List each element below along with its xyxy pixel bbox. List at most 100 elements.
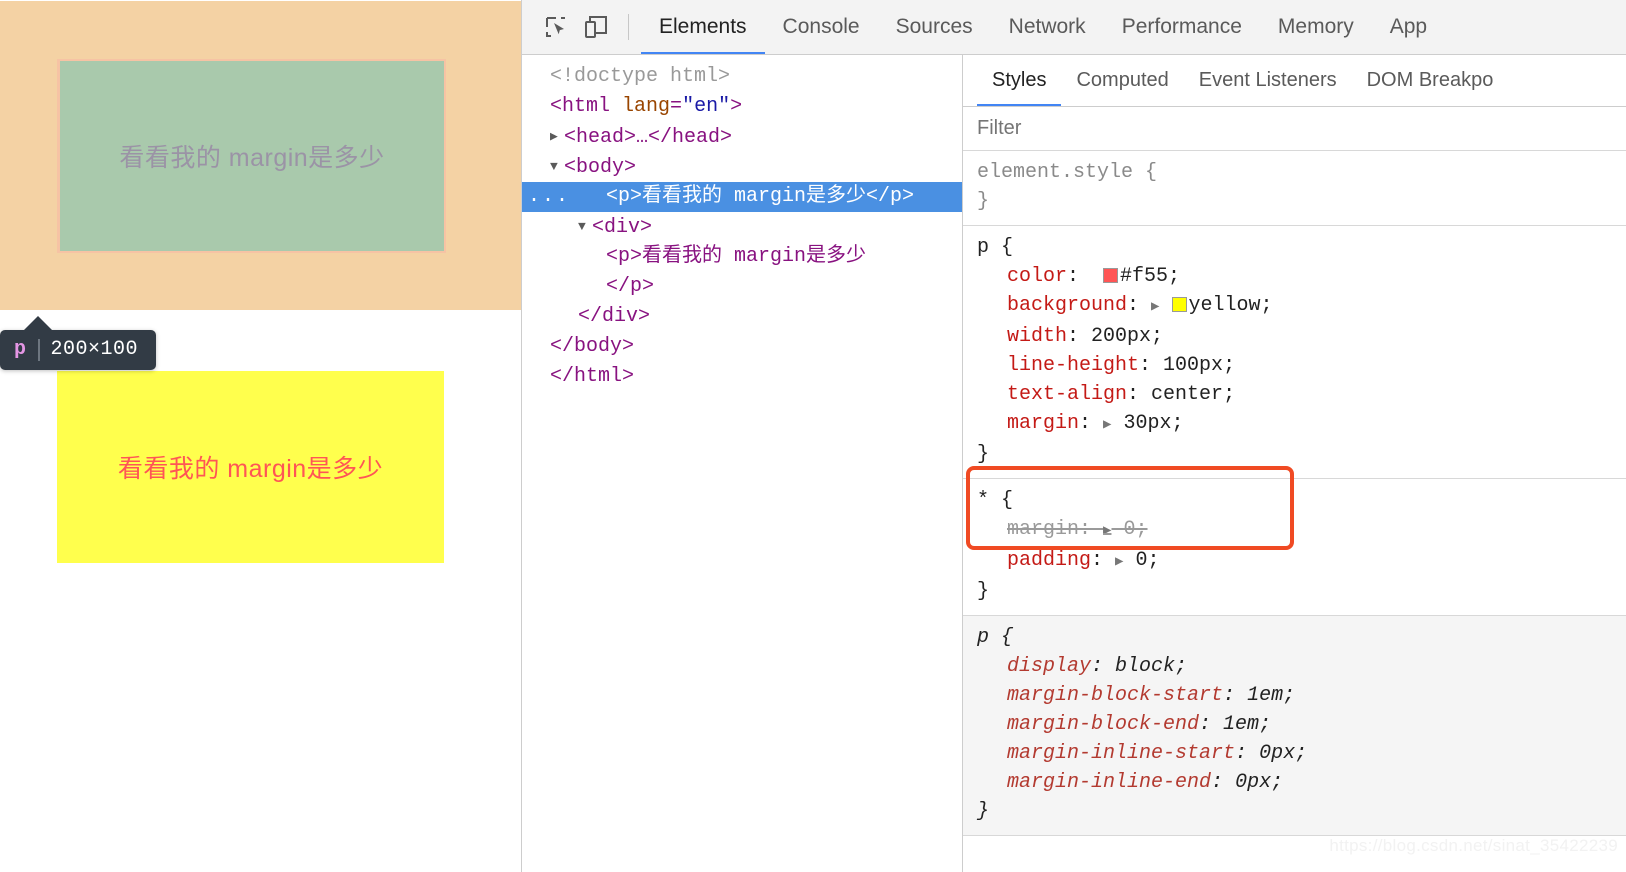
css-declaration-text-align[interactable]: text-align: center;: [977, 380, 1626, 409]
tab-application[interactable]: App: [1372, 0, 1445, 54]
tooltip-tag-name: p: [14, 338, 27, 361]
subtab-computed[interactable]: Computed: [1061, 55, 1183, 106]
css-selector: *: [977, 489, 990, 512]
css-rule-p-user-agent[interactable]: p { display: block; margin-block-start: …: [963, 616, 1626, 836]
css-declaration-margin-inline-end[interactable]: margin-inline-end: 0px;: [977, 768, 1626, 797]
css-rule-element-style[interactable]: element.style { }: [963, 151, 1626, 226]
rendered-paragraph-text: 看看我的 margin是多少: [117, 455, 384, 483]
tab-network[interactable]: Network: [991, 0, 1104, 54]
css-property-name: color: [1007, 265, 1068, 288]
css-declaration-margin[interactable]: margin: ▶ 30px;: [977, 409, 1626, 440]
dom-row-div-open[interactable]: ▼ <div>: [522, 212, 962, 242]
dom-row-head[interactable]: ▶ <head>…</head>: [522, 122, 962, 152]
css-property-value: 0: [1123, 518, 1136, 541]
css-close-brace: }: [977, 190, 990, 213]
tab-console[interactable]: Console: [765, 0, 878, 54]
css-declaration-width[interactable]: width: 200px;: [977, 322, 1626, 351]
dom-row-html[interactable]: <html lang="en">: [522, 92, 962, 122]
css-property-value: 200px: [1091, 325, 1152, 348]
dom-html-attr-name: lang: [622, 95, 671, 118]
chevron-right-icon[interactable]: ▶: [550, 122, 564, 152]
color-swatch-yellow[interactable]: [1171, 297, 1187, 312]
element-highlight-tooltip: p 200×100: [0, 330, 157, 370]
css-property-value: block: [1115, 655, 1176, 678]
css-open-brace: {: [1001, 626, 1014, 649]
css-property-name: line-height: [1007, 354, 1140, 377]
css-property-value: 0px: [1235, 771, 1272, 794]
css-close-brace: }: [977, 443, 990, 466]
dom-inner-p-open-text: <p>看看我的 margin是多少: [606, 245, 867, 268]
css-open-brace: {: [1001, 489, 1014, 512]
highlighted-element-text: 看看我的 margin是多少: [119, 144, 385, 172]
rendered-paragraph: 看看我的 margin是多少: [57, 371, 444, 563]
dom-row-body-close[interactable]: </body>: [522, 332, 962, 362]
inspect-element-icon[interactable]: [536, 7, 576, 47]
dom-tree-panel: <!doctype html> <html lang="en"> ▶ <head>…: [522, 55, 963, 872]
css-rule-universal[interactable]: * { margin: ▶ 0; padding: ▶ 0; }: [963, 479, 1626, 616]
watermark-text: https://blog.csdn.net/sinat_35422239: [1329, 836, 1618, 855]
css-declaration-padding[interactable]: padding: ▶ 0;: [977, 546, 1626, 577]
css-declaration-background[interactable]: background: ▶ yellow;: [977, 291, 1626, 322]
subtab-dom-breakpoints[interactable]: DOM Breakpo: [1352, 55, 1509, 106]
tooltip-dimensions: 200×100: [50, 338, 139, 361]
dom-html-close-text: </html>: [550, 365, 635, 388]
tab-performance[interactable]: Performance: [1104, 0, 1260, 54]
devtools-toolbar: Elements Console Sources Network Perform…: [522, 0, 1626, 55]
css-declaration-color[interactable]: color: #f55;: [977, 262, 1626, 291]
dom-selected-text: <p>看看我的 margin是多少</p>: [606, 185, 915, 208]
dom-tree: <!doctype html> <html lang="en"> ▶ <head>…: [522, 55, 962, 392]
tooltip-separator: [37, 338, 40, 361]
tab-elements[interactable]: Elements: [641, 0, 765, 54]
css-property-value: yellow: [1188, 294, 1261, 317]
subtab-styles[interactable]: Styles: [977, 55, 1061, 106]
css-selector: p: [977, 626, 990, 649]
css-open-brace: {: [1145, 161, 1158, 184]
css-property-value: 1em: [1247, 684, 1284, 707]
color-swatch-red[interactable]: [1103, 268, 1119, 283]
dom-doctype-text: <!doctype html>: [550, 65, 731, 88]
css-property-name: text-align: [1007, 383, 1128, 406]
css-declaration-margin-inline-start[interactable]: margin-inline-start: 0px;: [977, 739, 1626, 768]
dom-row-selected-paragraph[interactable]: ... <p>看看我的 margin是多少</p>: [522, 182, 962, 212]
dom-row-doctype[interactable]: <!doctype html>: [522, 62, 962, 92]
css-selector: element.style: [977, 161, 1134, 184]
dom-row-html-close[interactable]: </html>: [522, 362, 962, 392]
css-declaration-margin-overridden[interactable]: margin: ▶ 0;: [977, 515, 1626, 546]
css-property-value: 1em: [1223, 713, 1260, 736]
device-toolbar-icon[interactable]: [576, 7, 616, 47]
dom-row-body-open[interactable]: ▼ <body>: [522, 152, 962, 182]
subtab-event-listeners[interactable]: Event Listeners: [1184, 55, 1352, 106]
dom-html-attr-value: "en": [682, 95, 731, 118]
chevron-down-icon-div[interactable]: ▼: [578, 212, 592, 242]
tab-sources[interactable]: Sources: [878, 0, 991, 54]
tab-memory[interactable]: Memory: [1260, 0, 1372, 54]
dom-body-close-text: </body>: [550, 335, 635, 358]
css-property-value: 0: [1135, 549, 1148, 572]
dom-row-inner-paragraph-open[interactable]: <p>看看我的 margin是多少: [522, 242, 962, 272]
css-property-name: display: [1007, 655, 1092, 678]
css-property-name: background: [1007, 294, 1128, 317]
dom-row-inner-paragraph-close[interactable]: </p>: [522, 272, 962, 302]
devtools-panel: Elements Console Sources Network Perform…: [521, 0, 1626, 872]
css-property-value: 100px: [1163, 354, 1224, 377]
styles-filter-input[interactable]: [977, 117, 1562, 140]
css-property-name: width: [1007, 325, 1068, 348]
css-declaration-margin-block-start[interactable]: margin-block-start: 1em;: [977, 681, 1626, 710]
css-property-name: margin-block-end: [1007, 713, 1200, 736]
css-rule-p-author[interactable]: p { color: #f55; background: ▶ yellow; w…: [963, 226, 1626, 550]
css-close-brace: }: [977, 800, 990, 823]
css-property-name: padding: [1007, 549, 1092, 572]
chevron-down-icon[interactable]: ▼: [550, 152, 564, 182]
css-declaration-line-height[interactable]: line-height: 100px;: [977, 351, 1626, 380]
styles-panel: Styles Computed Event Listeners DOM Brea…: [963, 55, 1626, 872]
dom-inner-p-close-text: </p>: [606, 275, 655, 298]
css-property-name: margin: [1007, 518, 1080, 541]
dom-row-div-close[interactable]: </div>: [522, 302, 962, 332]
content-box-overlay: 看看我的 margin是多少: [60, 61, 444, 251]
css-declaration-display[interactable]: display: block;: [977, 652, 1626, 681]
css-open-brace: {: [1001, 236, 1014, 259]
styles-filter-bar: [963, 107, 1626, 151]
dom-html-bracket: >: [730, 95, 743, 118]
page-viewport: 看看我的 margin是多少 p 200×100 看看我的 margin是多少: [0, 0, 521, 872]
css-declaration-margin-block-end[interactable]: margin-block-end: 1em;: [977, 710, 1626, 739]
